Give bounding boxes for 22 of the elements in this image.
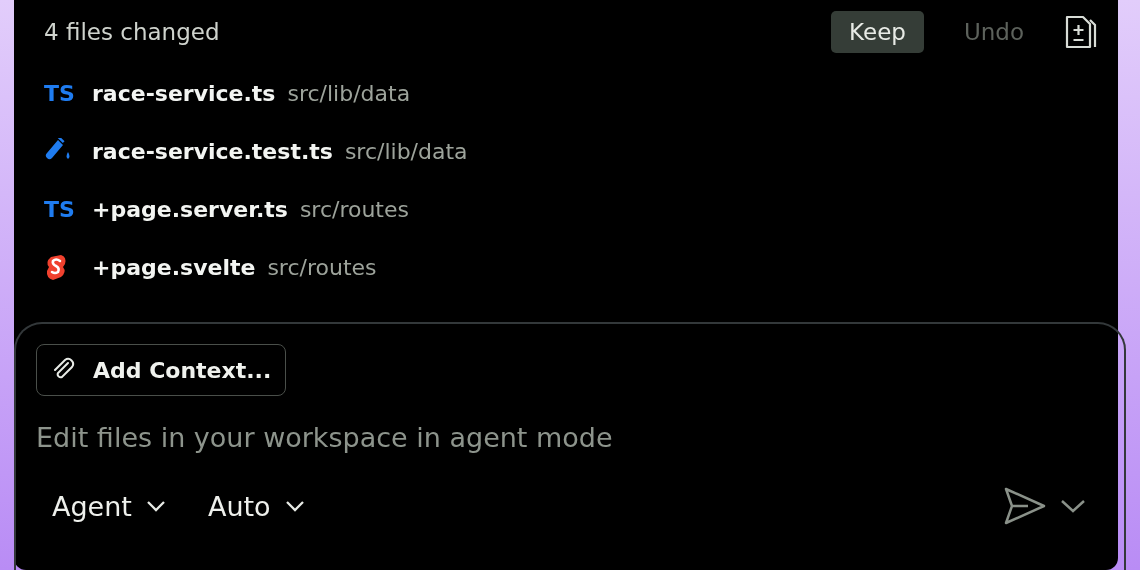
file-path: src/lib/data: [344, 138, 468, 164]
chevron-down-icon[interactable]: [1060, 498, 1086, 514]
svelte-icon: [44, 253, 68, 281]
file-path: src/routes: [267, 254, 377, 280]
mode-dropdown[interactable]: Auto: [207, 490, 305, 522]
chevron-down-icon: [145, 500, 166, 512]
typescript-icon: TS: [44, 80, 80, 106]
file-name[interactable]: race-service.ts: [92, 80, 276, 106]
file-path: src/routes: [299, 196, 409, 222]
send-icon[interactable]: [1004, 487, 1046, 525]
prompt-field[interactable]: Edit files in your workspace in agent mode: [36, 422, 936, 453]
file-name[interactable]: race-service.test.ts: [92, 138, 333, 164]
file-path: src/lib/data: [287, 80, 411, 106]
mode-dropdown[interactable]: Agent: [52, 490, 166, 522]
diff-files-icon[interactable]: [1064, 14, 1098, 50]
keep-button[interactable]: Keep: [831, 11, 924, 53]
typescript-icon: TS: [44, 196, 80, 222]
chevron-down-icon: [284, 500, 305, 512]
file-name[interactable]: +page.server.ts: [92, 196, 288, 222]
file-name[interactable]: +page.svelte: [92, 254, 256, 280]
changes-title: 4 files changed: [44, 19, 220, 45]
add-context-button[interactable]: Add Context...: [36, 344, 287, 396]
